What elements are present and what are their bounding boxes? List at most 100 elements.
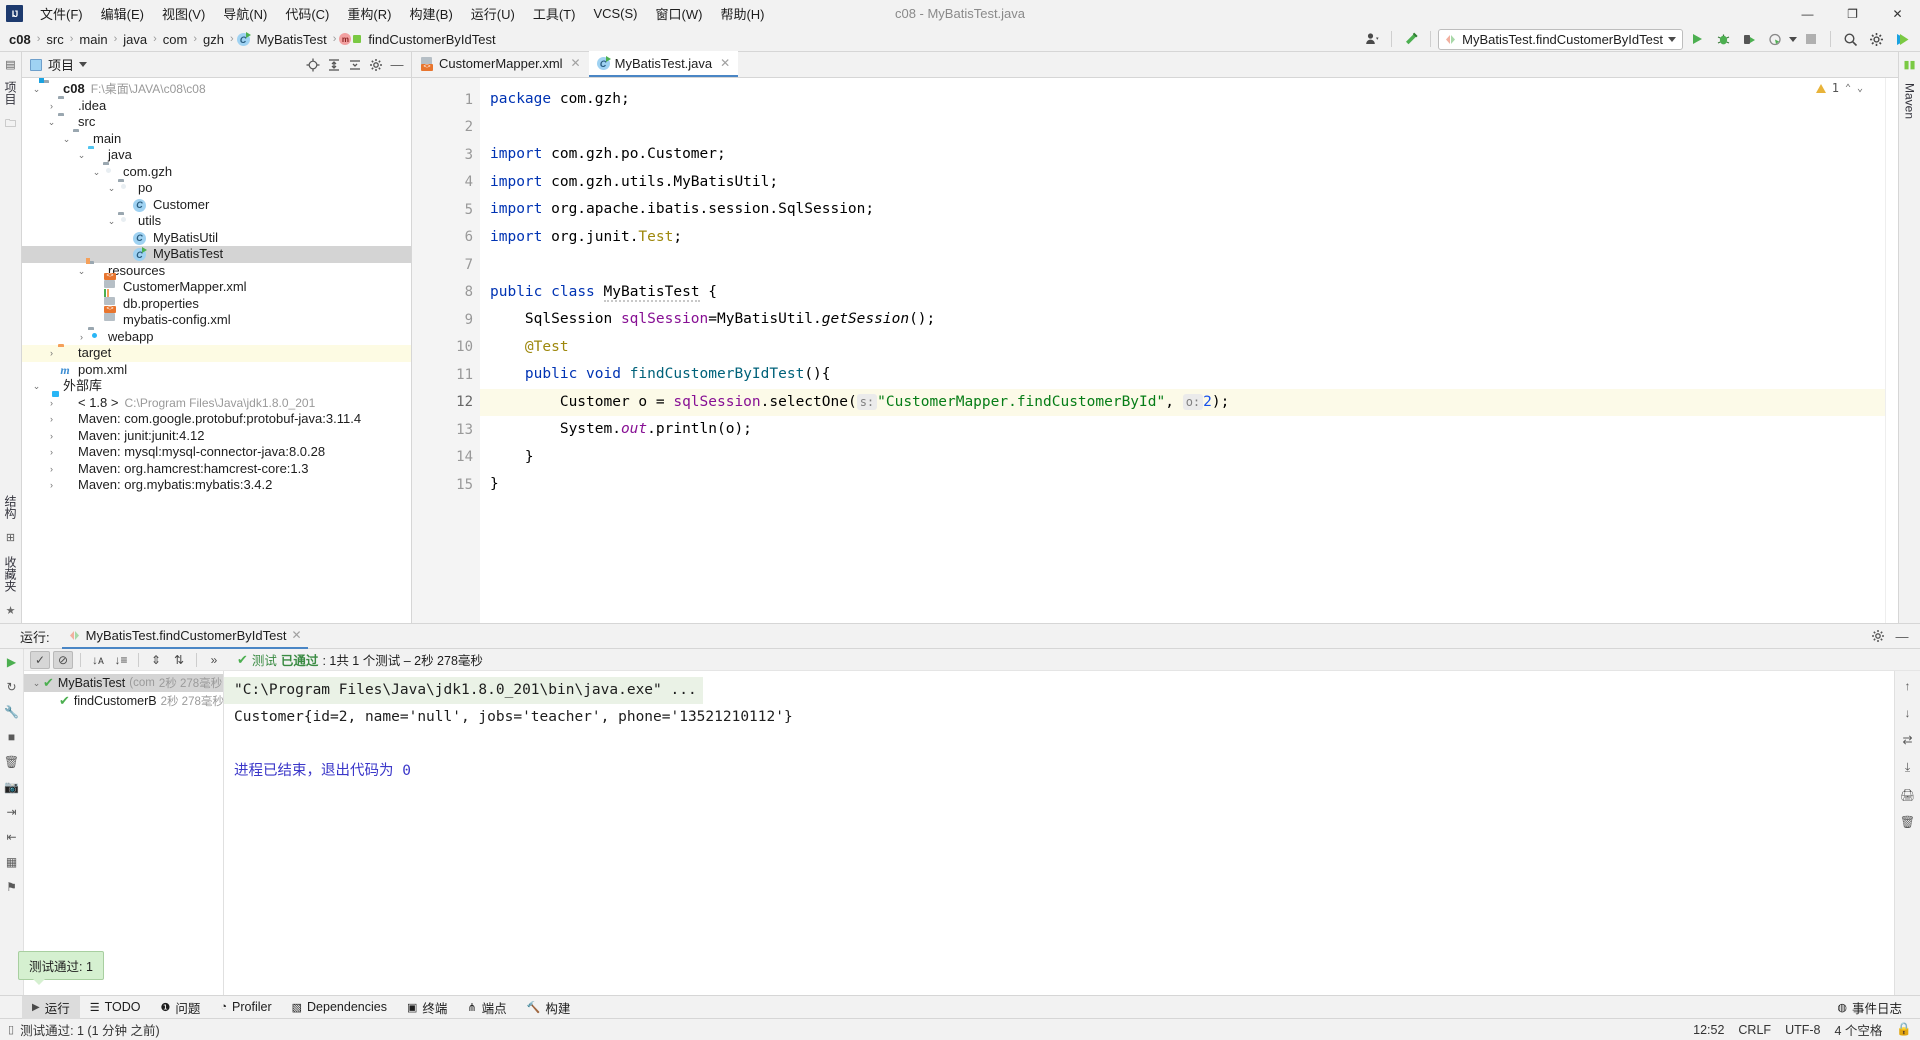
menu-code[interactable]: 代码(C): [276, 0, 338, 27]
tree-node-maven-org-mybatis-mybatis-3-4-2[interactable]: › Maven: org.mybatis:mybatis:3.4.2: [22, 477, 411, 494]
menu-window[interactable]: 窗口(W): [647, 0, 712, 27]
tree-node-src[interactable]: ⌄ src: [22, 114, 411, 131]
menu-run[interactable]: 运行(U): [462, 0, 524, 27]
tree-node-1-8[interactable]: › < 1.8 > C:\Program Files\Java\jdk1.8.0_2…: [22, 395, 411, 412]
gutter-line-15[interactable]: 15: [412, 471, 480, 499]
chevron-down-icon[interactable]: [1789, 36, 1797, 42]
gutter-line-10[interactable]: 10: [412, 334, 480, 362]
gear-icon[interactable]: [1868, 626, 1888, 646]
search-icon[interactable]: [1838, 28, 1862, 50]
gear-icon[interactable]: [366, 55, 386, 75]
test-results-tree[interactable]: ⌄✔MyBatisTest(com2秒 278毫秒›✔findCustomerB…: [24, 671, 224, 995]
gutter-line-11[interactable]: 11⟳▸−: [412, 361, 506, 389]
user-icon[interactable]: [1360, 28, 1384, 50]
status-message[interactable]: 测试通过: 1 (1 分钟 之前): [20, 1020, 160, 1039]
screenshot-icon[interactable]: 📷: [4, 780, 20, 794]
gutter-line-12[interactable]: 12💡: [412, 389, 499, 417]
console-output[interactable]: "C:\Program Files\Java\jdk1.8.0_201\bin\…: [224, 671, 1894, 995]
wrench-icon[interactable]: 🔧: [4, 705, 20, 719]
sort-alphabetically-button[interactable]: ↓ᴀ: [88, 651, 108, 669]
menu-edit[interactable]: 编辑(E): [92, 0, 153, 27]
tool-button-maven[interactable]: Maven: [1903, 81, 1917, 121]
tree-node-po[interactable]: ⌄ po: [22, 180, 411, 197]
tree-expand-arrow[interactable]: ⌄: [45, 114, 58, 130]
tab-customermapper-xml[interactable]: CustomerMapper.xml ✕: [412, 51, 589, 77]
toolwindow-run[interactable]: ▶ 运行: [22, 995, 80, 1019]
tree-expand-arrow[interactable]: ⌄: [60, 131, 73, 147]
tool-button-project[interactable]: 项目: [2, 79, 19, 107]
tree-node-resources[interactable]: ⌄ resources: [22, 263, 411, 280]
gutter-line-14[interactable]: 14: [412, 444, 506, 472]
collapse-all-icon[interactable]: [345, 55, 365, 75]
expand-all-icon[interactable]: [324, 55, 344, 75]
status-time[interactable]: 12:52: [1693, 1023, 1724, 1037]
hammer-icon[interactable]: [1399, 28, 1423, 50]
profile-button[interactable]: [1763, 28, 1787, 50]
debug-button[interactable]: [1711, 28, 1735, 50]
breadcrumb-item-mybatistest[interactable]: MyBatisTest: [254, 31, 330, 48]
maximize-button[interactable]: ❐: [1830, 0, 1875, 27]
gutter-line-2[interactable]: 2: [412, 114, 480, 142]
menu-navigate[interactable]: 导航(N): [214, 0, 276, 27]
breadcrumb-item-findcustomerbyidtest[interactable]: findCustomerByIdTest: [365, 31, 498, 48]
test-node-mybatistest[interactable]: ⌄ ✔ MyBatisTest (com 2秒 278毫秒: [24, 674, 223, 692]
hide-panel-icon[interactable]: —: [1892, 626, 1912, 646]
tree-expand-arrow[interactable]: ›: [120, 230, 133, 246]
tree-node-maven-junit-junit-4-12[interactable]: › Maven: junit:junit:4.12: [22, 428, 411, 445]
tree-expand-arrow[interactable]: ›: [120, 197, 133, 213]
test-expand-arrow[interactable]: ⌄: [30, 678, 43, 689]
toolwindow-build[interactable]: 🔨 构建: [517, 996, 581, 1019]
gutter-line-6[interactable]: 6: [412, 224, 506, 252]
run-configuration-selector[interactable]: MyBatisTest.findCustomerByIdTest: [1438, 28, 1683, 50]
scroll-to-end-icon[interactable]: ⤓: [1905, 760, 1910, 775]
chevron-down-icon[interactable]: ⌄: [1857, 83, 1863, 94]
expand-all-button[interactable]: ⇕: [146, 651, 166, 669]
lock-icon[interactable]: 🔒: [1896, 1022, 1912, 1037]
tree-node-maven-com-google-protobuf-protobuf-java-3-11-4[interactable]: › Maven: com.google.protobuf:protobuf-jav…: [22, 411, 411, 428]
minimize-button[interactable]: —: [1785, 0, 1830, 27]
import-icon[interactable]: ⇥: [4, 805, 20, 819]
toolwindow-dependencies[interactable]: ▧ Dependencies: [282, 996, 397, 1019]
tree-node-com-gzh[interactable]: ⌄ com.gzh: [22, 164, 411, 181]
tree-expand-arrow[interactable]: ⌄: [75, 263, 88, 279]
tree-expand-arrow[interactable]: ⌄: [30, 81, 43, 97]
test-node-findcustomerb[interactable]: ›✔findCustomerB2秒 278毫秒: [24, 692, 224, 710]
run-tab-mybatistest[interactable]: MyBatisTest.findCustomerByIdTest ✕: [61, 624, 308, 649]
tree-node-customermapper-xml[interactable]: › CustomerMapper.xml: [22, 279, 411, 296]
gutter-line-4[interactable]: 4: [412, 169, 480, 197]
updates-icon[interactable]: [1890, 28, 1914, 50]
tree-expand-arrow[interactable]: ›: [45, 395, 58, 411]
menu-vcs[interactable]: VCS(S): [584, 2, 646, 25]
stop-icon[interactable]: ■: [4, 730, 20, 744]
more-options-button[interactable]: »: [204, 651, 224, 669]
tree-expand-arrow[interactable]: ⌄: [105, 213, 118, 229]
toolwindow-endpoints[interactable]: ⋔ 端点: [457, 996, 516, 1019]
menu-view[interactable]: 视图(V): [153, 0, 214, 27]
run-button[interactable]: [1685, 28, 1709, 50]
scroll-from-source-icon[interactable]: [303, 55, 323, 75]
show-passed-toggle[interactable]: ✓: [30, 650, 50, 669]
tree-node-java[interactable]: ⌄ java: [22, 147, 411, 164]
breadcrumb-item-c08[interactable]: c08: [6, 31, 34, 48]
history-icon[interactable]: ▦: [4, 855, 20, 869]
menu-file[interactable]: 文件(F): [31, 0, 92, 27]
tree-expand-arrow[interactable]: ›: [45, 461, 58, 477]
chevron-up-icon[interactable]: ⌃: [1845, 83, 1851, 94]
tree-expand-arrow[interactable]: ›: [45, 411, 58, 427]
toolwindow-profiler[interactable]: ◔ Profiler: [210, 996, 281, 1019]
toolwindow-todo[interactable]: ☰ TODO: [80, 996, 151, 1019]
code-content[interactable]: package com.gzh; import com.gzh.po.Custo…: [480, 78, 1885, 623]
star-icon[interactable]: ★: [6, 604, 16, 617]
editor-marker-bar[interactable]: [1885, 78, 1898, 623]
stop-button[interactable]: [1799, 28, 1823, 50]
tree-node-main[interactable]: ⌄ main: [22, 131, 411, 148]
run-with-coverage-button[interactable]: [1737, 28, 1761, 50]
maven-icon[interactable]: ▮▮: [1903, 58, 1915, 71]
close-icon[interactable]: ✕: [571, 56, 581, 70]
bookmark-icon[interactable]: ⚑: [4, 880, 20, 894]
print-icon[interactable]: 🖨: [1900, 788, 1915, 802]
tree-node-utils[interactable]: ⌄ utils: [22, 213, 411, 230]
test-expand-arrow[interactable]: ›: [46, 696, 59, 706]
gear-icon[interactable]: [1864, 28, 1888, 50]
tree-expand-arrow[interactable]: ⌄: [30, 378, 43, 394]
